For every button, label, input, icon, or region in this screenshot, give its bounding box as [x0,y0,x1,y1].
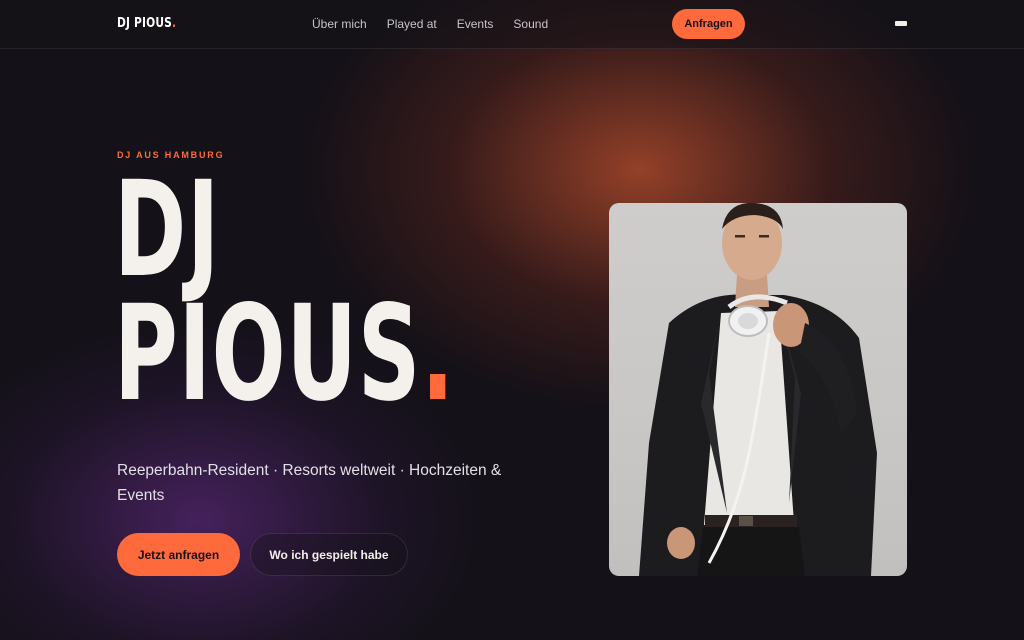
hero-subline: Reeperbahn-Resident · Resorts weltweit ·… [117,462,502,504]
hero-section: DJ AUS HAMBURG DJ PIOUS. Reeperbahn-Resi… [0,0,1024,640]
nav-link-sound[interactable]: Sound [513,17,548,31]
dj-portrait-illustration [639,203,877,576]
wo-ich-gespielt-habe-button[interactable]: Wo ich gespielt habe [250,533,408,576]
top-navigation: DJ PIOUS. Über mich Played at Events Sou… [0,0,1024,49]
site-logo[interactable]: DJ PIOUS. [117,16,176,31]
menu-icon[interactable] [895,21,907,26]
nav-link-played-at[interactable]: Played at [387,17,437,31]
jetzt-anfragen-button[interactable]: Jetzt anfragen [117,533,240,576]
hero-title-line1: DJ [114,153,221,307]
hero-title-word: PIOUS [114,277,422,431]
logo-text: DJ PIOUS [117,16,173,31]
hero-title-line2: PIOUS. [114,288,455,420]
nav-links: Über mich Played at Events Sound [312,17,568,31]
nav-link-ueber-mich[interactable]: Über mich [312,17,367,31]
logo-dot: . [172,16,177,31]
hero-title: DJ PIOUS. [114,153,455,420]
hero-title-dot: . [421,277,455,431]
nav-link-events[interactable]: Events [457,17,494,31]
nav-anfragen-button[interactable]: Anfragen [672,9,745,39]
dj-portrait-photo [609,203,907,576]
